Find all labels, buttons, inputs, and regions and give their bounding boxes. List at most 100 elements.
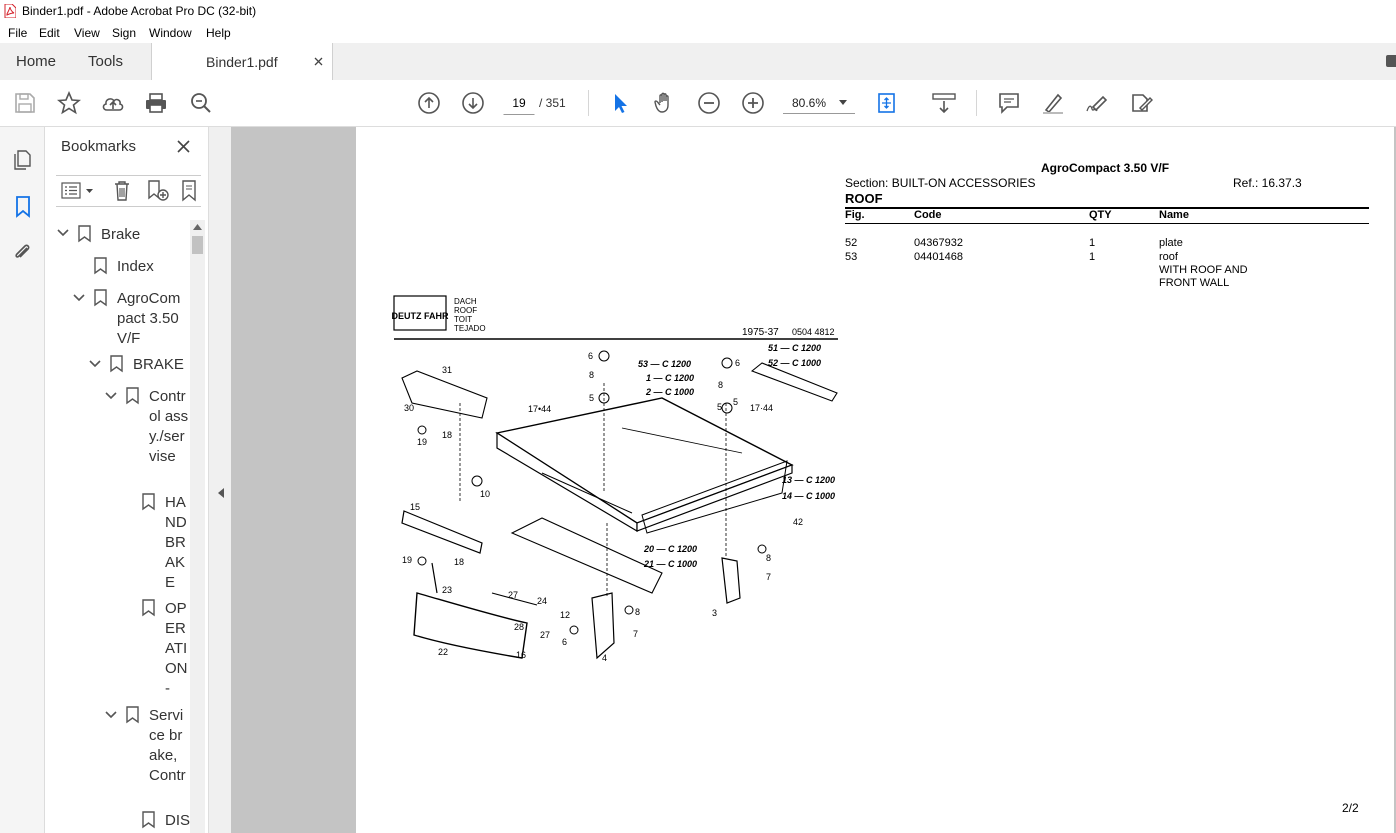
bookmark-item-service-brake[interactable]: Service brake, Contr [149, 706, 189, 786]
bookmark-icon [142, 599, 155, 617]
menu-view[interactable]: View [74, 26, 100, 40]
bookmark-icon [142, 811, 155, 829]
lang-label: TEJADO [454, 324, 486, 333]
menu-edit[interactable]: Edit [39, 26, 60, 40]
fit-page-icon[interactable] [876, 91, 900, 115]
highlight-pen-icon[interactable] [1041, 91, 1065, 115]
zoom-out-icon[interactable] [697, 91, 721, 115]
bookmark-item-control-assy[interactable]: Control assy./servise [149, 387, 189, 467]
trash-icon[interactable] [113, 180, 131, 201]
menu-sign[interactable]: Sign [112, 26, 136, 40]
bookmark-item-operation[interactable]: OPERATION - [165, 599, 189, 699]
scroll-mode-icon[interactable] [932, 91, 956, 115]
account-icon[interactable] [1384, 53, 1396, 69]
chevron-down-icon[interactable] [105, 392, 117, 400]
variant-label: 21 — C 1000 [643, 559, 697, 569]
hand-tool-icon[interactable] [653, 91, 677, 115]
row-code: 04367932 [914, 237, 963, 249]
collapse-panel-icon[interactable] [218, 488, 224, 498]
navigation-rail [0, 127, 45, 833]
chevron-down-icon[interactable] [105, 711, 117, 719]
bookmarks-scrollbar[interactable] [190, 220, 205, 833]
variant-label: 53 — C 1200 [638, 359, 691, 369]
bookmark-item-dis[interactable]: DIS [165, 811, 190, 831]
scrollbar-thumb[interactable] [192, 236, 203, 254]
part-number: 8 [766, 553, 771, 563]
tab-tools[interactable]: Tools [88, 53, 123, 70]
menu-help[interactable]: Help [206, 26, 231, 40]
row-fig: 53 [845, 251, 858, 263]
row-note: FRONT WALL [1159, 277, 1230, 289]
bookmark-icon[interactable] [13, 195, 33, 219]
bookmark-item-index[interactable]: Index [117, 257, 154, 277]
close-icon[interactable] [314, 57, 323, 66]
bookmark-from-structure-icon[interactable] [181, 179, 199, 202]
variant-label: 2 — C 1000 [645, 387, 694, 397]
save-icon[interactable] [13, 91, 37, 115]
lang-label: TOIT [454, 315, 472, 324]
options-list-icon[interactable] [61, 182, 81, 199]
drawing-code: 1975-37 [742, 327, 779, 338]
part-number: 42 [793, 517, 803, 527]
zoom-search-icon[interactable] [189, 91, 213, 115]
zoom-level-select[interactable]: 80.6% [783, 91, 855, 114]
tab-home[interactable]: Home [16, 53, 56, 70]
part-number: 5 [717, 402, 722, 412]
part-number: 6 [562, 637, 567, 647]
bookmark-icon [110, 355, 123, 373]
bookmarks-toolbar [56, 175, 201, 207]
bookmark-item-brake[interactable]: Brake [101, 225, 140, 245]
draw-sign-icon[interactable] [1085, 91, 1109, 115]
acrobat-icon [4, 4, 16, 18]
page-down-icon[interactable] [461, 91, 485, 115]
chevron-down-icon[interactable] [86, 189, 93, 193]
star-icon[interactable] [57, 91, 81, 115]
tab-bar: Home Tools Binder1.pdf [0, 43, 1396, 81]
bookmark-item-agrocompact[interactable]: AgroCompact 3.50 V/F [117, 289, 187, 349]
part-number: 18 [442, 430, 452, 440]
print-icon[interactable] [144, 91, 168, 115]
drawing-code-2: 0504 4812 [792, 327, 835, 337]
part-number: 12 [560, 610, 570, 620]
pdf-heading: ROOF [845, 191, 883, 206]
row-note: WITH ROOF AND [1159, 264, 1248, 276]
col-code: Code [914, 209, 942, 221]
part-number: 27 [540, 630, 550, 640]
scroll-up-icon[interactable] [193, 224, 202, 230]
tab-document[interactable]: Binder1.pdf [151, 43, 333, 80]
row-name: plate [1159, 237, 1183, 249]
new-bookmark-icon[interactable] [146, 179, 170, 202]
variant-label: 52 — C 1000 [768, 358, 821, 368]
bookmark-item-brake-section[interactable]: BRAKE [133, 355, 184, 375]
page-number-input[interactable] [503, 91, 535, 115]
chevron-down-icon[interactable] [57, 229, 69, 237]
part-number: 22 [438, 647, 448, 657]
menu-window[interactable]: Window [149, 26, 192, 40]
col-name: Name [1159, 209, 1189, 221]
attachment-icon[interactable] [12, 241, 34, 263]
part-number: 8 [589, 370, 594, 380]
row-name: roof [1159, 251, 1178, 263]
panel-splitter[interactable] [208, 127, 232, 833]
pdf-page: AgroCompact 3.50 V/F Section: BUILT-ON A… [356, 127, 1394, 833]
page-up-icon[interactable] [417, 91, 441, 115]
page-thumbnails-icon[interactable] [12, 149, 34, 171]
chevron-down-icon[interactable] [89, 360, 101, 368]
title-bar: Binder1.pdf - Adobe Acrobat Pro DC (32-b… [0, 0, 1396, 23]
part-number: 6 [735, 358, 740, 368]
part-number: 16 [516, 650, 526, 660]
tab-document-label: Binder1.pdf [206, 54, 278, 70]
close-icon[interactable] [177, 140, 190, 153]
comment-icon[interactable] [997, 91, 1021, 115]
upload-cloud-icon[interactable] [101, 91, 125, 115]
zoom-in-icon[interactable] [741, 91, 765, 115]
window-title: Binder1.pdf - Adobe Acrobat Pro DC (32-b… [22, 4, 257, 18]
menu-file[interactable]: File [8, 26, 27, 40]
lang-label: DACH [454, 297, 477, 306]
bookmark-item-handbrake[interactable]: HANDBRAKE [165, 493, 189, 593]
edit-pdf-icon[interactable] [1129, 91, 1153, 115]
part-number: 10 [480, 489, 490, 499]
chevron-down-icon[interactable] [73, 294, 85, 302]
select-cursor-icon[interactable] [609, 91, 633, 115]
bookmark-icon [94, 257, 107, 275]
